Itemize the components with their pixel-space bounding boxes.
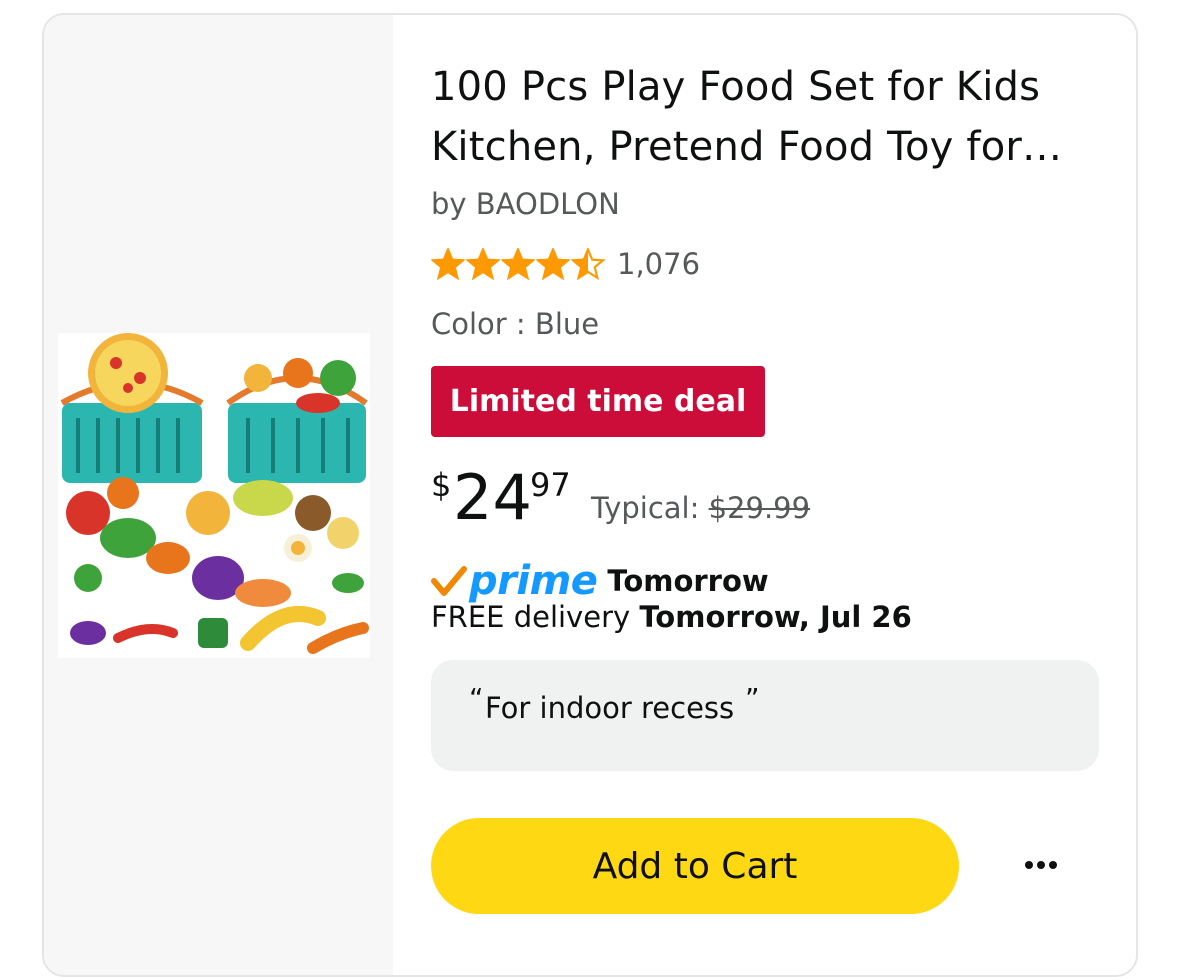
delivery-info: FREE delivery Tomorrow, Jul 26: [431, 600, 912, 634]
brand-label: by BAODLON: [431, 187, 620, 221]
add-to-cart-button[interactable]: Add to Cart: [431, 818, 959, 914]
close-quote-icon: ”: [745, 682, 760, 715]
product-title[interactable]: 100 Pcs Play Food Set for Kids Kitchen, …: [431, 57, 1111, 177]
star-rating[interactable]: [431, 248, 605, 280]
star-icon: [501, 248, 535, 280]
delivery-date: Tomorrow, Jul 26: [639, 600, 912, 634]
more-options-icon[interactable]: [1006, 841, 1076, 889]
price-currency-symbol: $: [431, 466, 452, 504]
typical-price-value: $29.99: [708, 491, 811, 525]
typical-price-label: Typical:: [591, 491, 700, 525]
product-image-panel[interactable]: [44, 15, 393, 975]
delivery-prefix: FREE delivery: [431, 600, 631, 634]
typical-price: Typical: $29.99: [591, 491, 810, 525]
prime-delivery-day: Tomorrow: [607, 564, 769, 598]
more-dot: [1037, 861, 1045, 869]
prime-row: prime Tomorrow: [431, 556, 769, 606]
more-dot: [1049, 861, 1057, 869]
star-icon: [466, 248, 500, 280]
product-image[interactable]: [58, 333, 370, 658]
star-icon: [431, 248, 465, 280]
color-label: Color : Blue: [431, 307, 600, 341]
rating-row[interactable]: 1,076: [431, 247, 700, 281]
product-card[interactable]: 100 Pcs Play Food Set for Kids Kitchen, …: [42, 13, 1138, 977]
product-title-line-1[interactable]: 100 Pcs Play Food Set for Kids: [431, 57, 1111, 117]
price-fraction: 97: [530, 466, 571, 504]
product-title-line-2[interactable]: Kitchen, Pretend Food Toy for…: [431, 117, 1111, 177]
note-text: For indoor recess: [485, 691, 735, 725]
prime-check-icon: [431, 566, 467, 596]
rating-count[interactable]: 1,076: [617, 247, 700, 281]
list-note[interactable]: “ For indoor recess ”: [431, 660, 1099, 771]
limited-time-deal-badge: Limited time deal: [431, 366, 765, 437]
prime-logo-text: prime: [469, 558, 598, 604]
star-icon: [571, 248, 605, 280]
star-icon: [536, 248, 570, 280]
price-whole: 24: [453, 461, 532, 534]
more-dot: [1025, 861, 1033, 869]
open-quote-icon: “: [469, 682, 484, 715]
